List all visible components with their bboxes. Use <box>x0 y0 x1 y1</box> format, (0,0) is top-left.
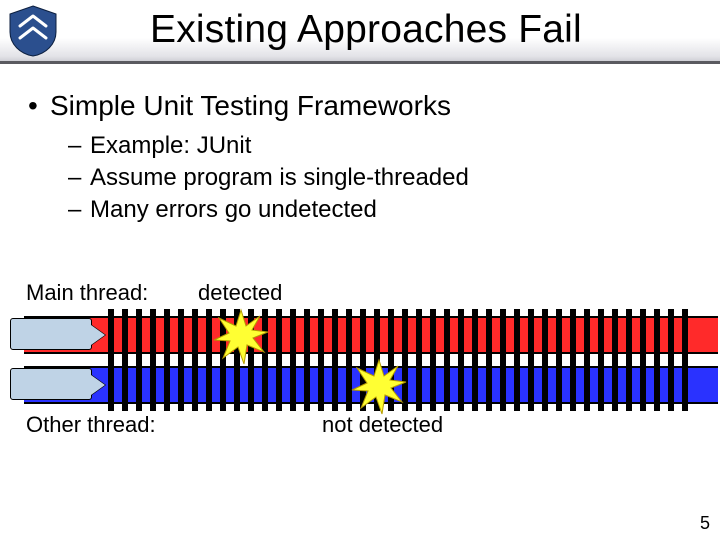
bullet-level2: Assume program is single-threaded <box>90 164 694 192</box>
not-detected-label: not detected <box>322 412 443 438</box>
explosion-icon <box>212 308 270 366</box>
slide-header: Existing Approaches Fail <box>0 0 720 64</box>
engine-icon <box>10 368 92 400</box>
explosion-icon <box>350 358 408 416</box>
track-ties <box>108 359 718 411</box>
page-number: 5 <box>700 513 710 534</box>
shield-logo-icon <box>6 4 60 58</box>
main-thread-track <box>24 316 718 354</box>
engine-icon <box>10 318 92 350</box>
other-thread-label: Other thread: <box>26 412 156 438</box>
bullet-level1: Simple Unit Testing Frameworks <box>50 90 694 122</box>
main-thread-label: Main thread: <box>26 280 148 306</box>
bullet-level2: Example: JUnit <box>90 132 694 160</box>
slide-title: Existing Approaches Fail <box>150 8 582 52</box>
track-ties <box>108 309 718 361</box>
bullet-level2: Many errors go undetected <box>90 196 694 224</box>
slide-body: Simple Unit Testing Frameworks Example: … <box>0 64 720 224</box>
detected-label: detected <box>198 280 282 306</box>
